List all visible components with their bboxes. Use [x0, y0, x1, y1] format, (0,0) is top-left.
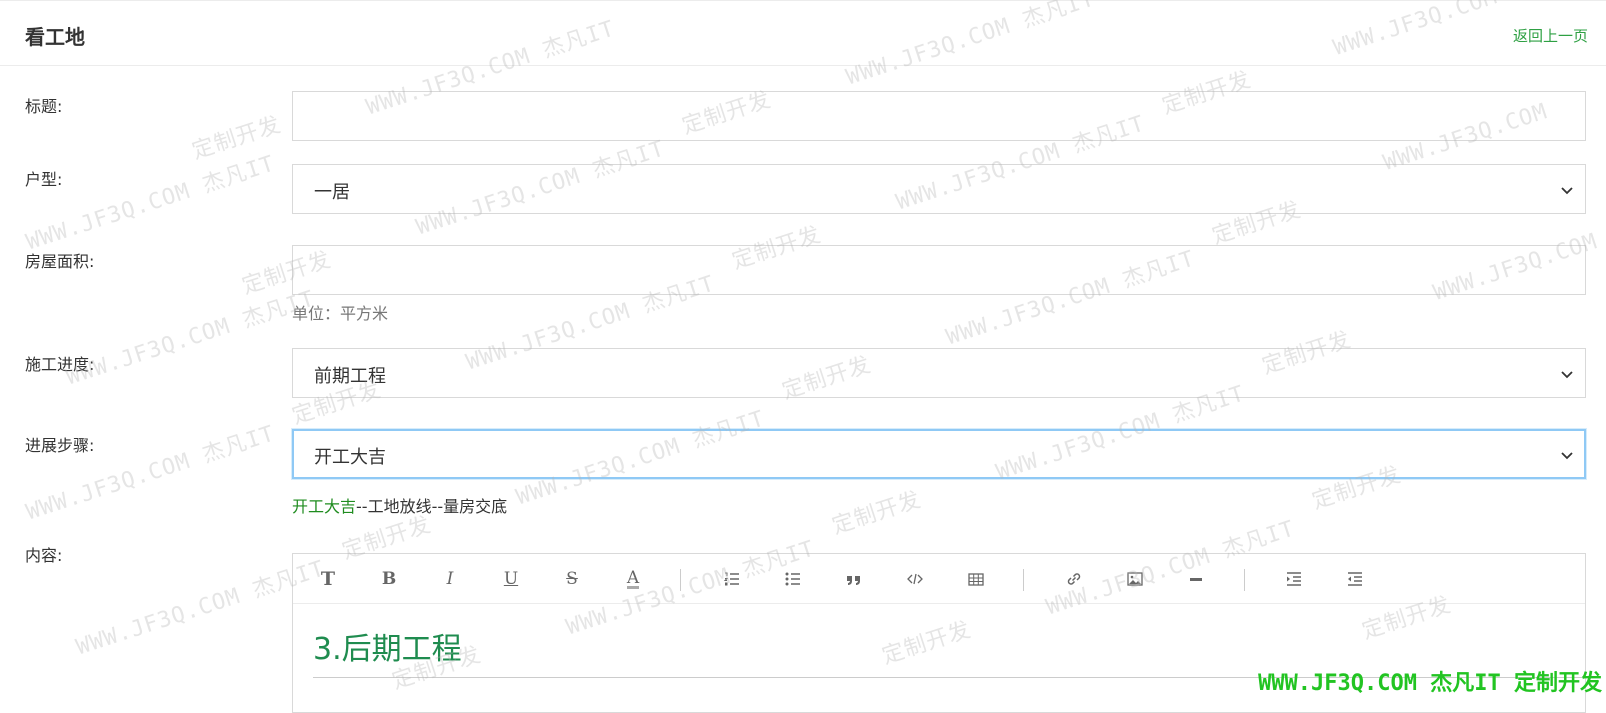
layout-label: 户型:: [25, 170, 63, 189]
step-active: 开工大吉: [292, 497, 357, 516]
toolbar-divider: [680, 569, 681, 591]
page-title: 看工地: [25, 25, 85, 49]
indent-button[interactable]: [1281, 566, 1307, 592]
strikethrough-button[interactable]: S: [559, 566, 585, 592]
strikethrough-icon: S: [566, 569, 578, 589]
area-hint: 单位：平方米: [292, 304, 389, 323]
editor-toolbar: T B I U S A: [293, 554, 1585, 604]
watermark-text: 定制开发: [189, 112, 285, 165]
toolbar-divider: [1023, 569, 1024, 591]
horizontal-rule-button[interactable]: [1183, 566, 1209, 592]
chevron-down-icon: [1561, 452, 1573, 460]
code-button[interactable]: [902, 566, 928, 592]
table-button[interactable]: [963, 566, 989, 592]
image-icon: [1127, 572, 1143, 586]
progress-select-value: 前期工程: [314, 366, 386, 387]
title-label: 标题:: [25, 97, 63, 116]
indent-icon: [1287, 572, 1301, 586]
step-progress-text: 开工大吉--工地放线--量房交底: [292, 493, 507, 517]
underline-icon: U: [503, 569, 519, 589]
blockquote-button[interactable]: [841, 566, 867, 592]
content-label: 内容:: [25, 546, 63, 565]
code-icon: [907, 573, 923, 585]
title-input[interactable]: [293, 92, 1585, 140]
unordered-list-icon: [785, 572, 800, 586]
layout-select-value: 一居: [314, 182, 350, 203]
image-button[interactable]: [1122, 566, 1148, 592]
italic-icon: I: [446, 569, 454, 589]
chevron-down-icon: [1561, 371, 1573, 379]
watermark-text: WWW.JF3Q.COM 杰凡IT: [73, 556, 328, 661]
watermark-text: WWW.JF3Q.COM 杰凡IT: [23, 151, 278, 256]
link-icon: [1067, 573, 1081, 585]
area-field[interactable]: [292, 245, 1586, 295]
watermark-text: WWW.JF3Q.COM 杰凡IT: [63, 286, 318, 391]
outdent-icon: [1348, 572, 1362, 586]
step-label: 进展步骤:: [25, 436, 95, 455]
title-icon: T: [320, 568, 336, 590]
ordered-list-icon: [723, 572, 739, 586]
editor-heading[interactable]: 3.后期工程: [313, 624, 462, 668]
horizontal-rule-icon: [1190, 578, 1202, 581]
area-input[interactable]: [293, 246, 1585, 294]
blockquote-icon: [847, 576, 860, 585]
footer-watermark: WWW.JF3Q.COM 杰凡IT 定制开发: [1258, 671, 1602, 696]
step-select[interactable]: 开工大吉: [292, 429, 1586, 479]
progress-select[interactable]: 前期工程: [292, 348, 1586, 398]
unordered-list-button[interactable]: [780, 566, 806, 592]
outdent-button[interactable]: [1342, 566, 1368, 592]
font-color-icon: A: [626, 567, 640, 589]
font-color-button[interactable]: A: [620, 566, 646, 592]
title-button[interactable]: T: [315, 566, 341, 592]
watermark-text: 定制开发: [829, 487, 925, 540]
back-link[interactable]: 返回上一页: [1513, 25, 1588, 46]
page-header: 看工地 返回上一页: [0, 0, 1606, 66]
step-rest: --工地放线--量房交底: [356, 497, 508, 516]
italic-button[interactable]: I: [437, 566, 463, 592]
underline-button[interactable]: U: [498, 566, 524, 592]
toolbar-divider: [1244, 569, 1245, 591]
ordered-list-button[interactable]: [719, 566, 745, 592]
bold-icon: B: [381, 569, 397, 589]
link-button[interactable]: [1061, 566, 1087, 592]
title-field[interactable]: [292, 91, 1586, 141]
progress-label: 施工进度:: [25, 355, 95, 374]
bold-button[interactable]: B: [376, 566, 402, 592]
step-select-value: 开工大吉: [314, 447, 386, 468]
area-label: 房屋面积:: [25, 252, 95, 271]
layout-select[interactable]: 一居: [292, 164, 1586, 214]
table-icon: [968, 573, 984, 586]
chevron-down-icon: [1561, 187, 1573, 195]
